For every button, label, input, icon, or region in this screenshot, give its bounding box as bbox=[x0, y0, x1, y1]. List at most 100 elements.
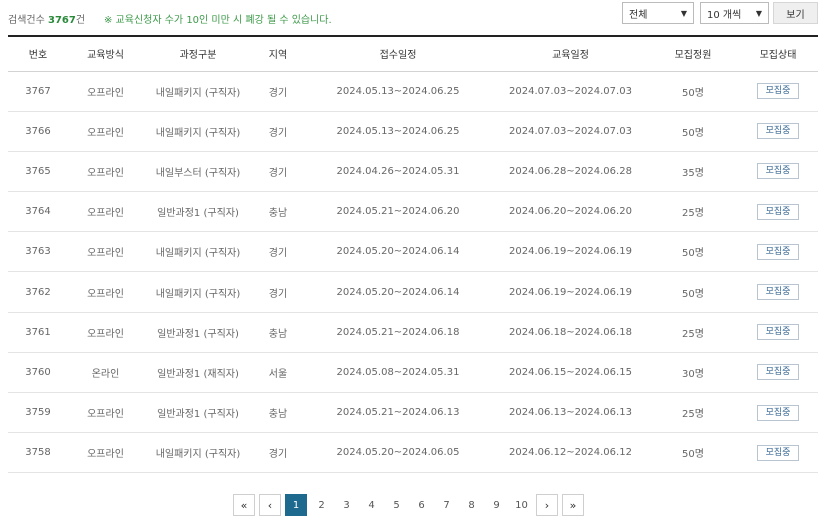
cell-number: 3763 bbox=[8, 231, 68, 273]
table-row[interactable]: 3758 오프라인 내일패키지 (구직자) 경기 2024.05.20~2024.06.… bbox=[8, 432, 818, 474]
table-row[interactable]: 3761 오프라인 일반과정1 (구직자) 충남 2024.05.21~2024.06.… bbox=[8, 312, 818, 353]
region-select[interactable]: 전체 ▼ bbox=[622, 2, 694, 24]
page-number-10[interactable]: 10 bbox=[511, 494, 532, 516]
cell-status: 모집중 bbox=[738, 352, 818, 394]
status-badge[interactable]: 모집중 bbox=[757, 364, 799, 381]
cell-status: 모집중 bbox=[738, 71, 818, 112]
cell-course-type: 일반과정1 (구직자) bbox=[143, 312, 253, 353]
cell-status: 모집중 bbox=[738, 271, 818, 313]
page-number-9[interactable]: 9 bbox=[486, 494, 507, 516]
table-row[interactable]: 3766 오프라인 내일패키지 (구직자) 경기 2024.05.13~2024.06.… bbox=[8, 111, 818, 152]
search-count: 검색건수 3767건 bbox=[8, 11, 85, 26]
page-number-2[interactable]: 2 bbox=[311, 494, 332, 516]
header-col-apply-period: 접수일정 bbox=[303, 35, 493, 72]
prev-page-button[interactable]: ‹ bbox=[259, 494, 281, 516]
cell-edu-period: 2024.06.18~2024.06.18 bbox=[493, 312, 648, 353]
page-number-6[interactable]: 6 bbox=[411, 494, 432, 516]
cell-course-type: 일반과정1 (구직자) bbox=[143, 191, 253, 233]
search-count-label: 검색건수 bbox=[8, 15, 45, 26]
cell-capacity: 25명 bbox=[648, 392, 738, 434]
page-number-8[interactable]: 8 bbox=[461, 494, 482, 516]
cell-course-type: 내일부스터 (구직자) bbox=[143, 151, 253, 193]
view-button[interactable]: 보기 bbox=[773, 2, 818, 24]
cell-number: 3765 bbox=[8, 151, 68, 193]
cell-edu-period: 2024.07.03~2024.07.03 bbox=[493, 111, 648, 152]
status-badge[interactable]: 모집중 bbox=[757, 284, 799, 301]
status-badge[interactable]: 모집중 bbox=[757, 243, 799, 260]
table-row[interactable]: 3765 오프라인 내일부스터 (구직자) 경기 2024.04.26~2024.05.… bbox=[8, 151, 818, 193]
toolbar: 검색건수 3767건 ※ 교육신청자 수가 10인 미만 시 폐강 될 수 있습… bbox=[0, 0, 827, 34]
cell-capacity: 50명 bbox=[648, 231, 738, 273]
table-row[interactable]: 3767 오프라인 내일패키지 (구직자) 경기 2024.05.13~2024.06.… bbox=[8, 71, 818, 112]
cell-number: 3764 bbox=[8, 191, 68, 233]
status-badge[interactable]: 모집중 bbox=[757, 404, 799, 421]
first-page-button[interactable]: « bbox=[233, 494, 255, 516]
search-count-value: 3767 bbox=[48, 15, 76, 26]
cell-apply-period: 2024.05.20~2024.06.14 bbox=[303, 271, 493, 313]
cell-method: 오프라인 bbox=[68, 191, 143, 233]
cell-number: 3762 bbox=[8, 271, 68, 313]
cell-apply-period: 2024.05.20~2024.06.14 bbox=[303, 231, 493, 273]
cell-edu-period: 2024.06.20~2024.06.20 bbox=[493, 191, 648, 233]
cell-number: 3767 bbox=[8, 71, 68, 112]
chevron-down-icon: ▼ bbox=[755, 8, 762, 18]
cell-number: 3760 bbox=[8, 352, 68, 394]
cell-status: 모집중 bbox=[738, 432, 818, 474]
last-page-button[interactable]: » bbox=[562, 494, 584, 516]
next-page-button[interactable]: › bbox=[536, 494, 558, 516]
page-number-1[interactable]: 1 bbox=[285, 494, 307, 516]
page-number-7[interactable]: 7 bbox=[436, 494, 457, 516]
cell-region: 경기 bbox=[253, 111, 303, 152]
page-number-3[interactable]: 3 bbox=[336, 494, 357, 516]
table-row[interactable]: 3763 오프라인 내일패키지 (구직자) 경기 2024.05.20~2024.06.… bbox=[8, 231, 818, 273]
cell-apply-period: 2024.05.21~2024.06.18 bbox=[303, 312, 493, 353]
cell-region: 경기 bbox=[253, 231, 303, 273]
header-col-region: 지역 bbox=[253, 35, 303, 72]
status-badge[interactable]: 모집중 bbox=[757, 163, 799, 180]
cell-method: 오프라인 bbox=[68, 111, 143, 152]
cell-capacity: 50명 bbox=[648, 111, 738, 152]
cell-apply-period: 2024.04.26~2024.05.31 bbox=[303, 151, 493, 193]
table-row[interactable]: 3759 오프라인 일반과정1 (구직자) 충남 2024.05.21~2024.06.… bbox=[8, 392, 818, 434]
table-row[interactable]: 3764 오프라인 일반과정1 (구직자) 충남 2024.05.21~2024.06.… bbox=[8, 191, 818, 233]
cell-status: 모집중 bbox=[738, 151, 818, 193]
cell-region: 경기 bbox=[253, 71, 303, 112]
cell-course-type: 내일패키지 (구직자) bbox=[143, 71, 253, 112]
cell-status: 모집중 bbox=[738, 231, 818, 273]
cell-edu-period: 2024.06.19~2024.06.19 bbox=[493, 271, 648, 313]
cell-region: 서울 bbox=[253, 352, 303, 394]
cell-capacity: 50명 bbox=[648, 432, 738, 474]
status-badge[interactable]: 모집중 bbox=[757, 83, 799, 100]
page-size-select[interactable]: 10 개씩 ▼ bbox=[700, 2, 769, 24]
status-badge[interactable]: 모집중 bbox=[757, 123, 799, 140]
cell-edu-period: 2024.06.19~2024.06.19 bbox=[493, 231, 648, 273]
cell-edu-period: 2024.06.12~2024.06.12 bbox=[493, 432, 648, 474]
cell-course-type: 내일패키지 (구직자) bbox=[143, 111, 253, 152]
page-number-4[interactable]: 4 bbox=[361, 494, 382, 516]
cell-number: 3758 bbox=[8, 432, 68, 474]
region-select-value: 전체 bbox=[629, 9, 648, 21]
cell-method: 오프라인 bbox=[68, 231, 143, 273]
cell-status: 모집중 bbox=[738, 191, 818, 233]
cell-method: 오프라인 bbox=[68, 432, 143, 474]
cell-method: 오프라인 bbox=[68, 151, 143, 193]
cell-region: 충남 bbox=[253, 312, 303, 353]
cell-apply-period: 2024.05.21~2024.06.13 bbox=[303, 392, 493, 434]
cell-capacity: 30명 bbox=[648, 352, 738, 394]
cell-capacity: 25명 bbox=[648, 312, 738, 353]
cell-edu-period: 2024.07.03~2024.07.03 bbox=[493, 71, 648, 112]
search-count-unit: 건 bbox=[75, 15, 86, 26]
table-row[interactable]: 3760 온라인 일반과정1 (재직자) 서울 2024.05.08~2024.05.3… bbox=[8, 352, 818, 394]
status-badge[interactable]: 모집중 bbox=[757, 203, 799, 220]
cell-edu-period: 2024.06.13~2024.06.13 bbox=[493, 392, 648, 434]
table-row[interactable]: 3762 오프라인 내일패키지 (구직자) 경기 2024.05.20~2024.06.… bbox=[8, 271, 818, 313]
cell-method: 오프라인 bbox=[68, 271, 143, 313]
cell-region: 경기 bbox=[253, 271, 303, 313]
status-badge[interactable]: 모집중 bbox=[757, 444, 799, 461]
cell-capacity: 25명 bbox=[648, 191, 738, 233]
page-number-5[interactable]: 5 bbox=[386, 494, 407, 516]
cell-status: 모집중 bbox=[738, 392, 818, 434]
status-badge[interactable]: 모집중 bbox=[757, 324, 799, 341]
table-header-row: 번호 교육방식 과정구분 지역 접수일정 교육일정 모집정원 모집상태 bbox=[8, 35, 818, 72]
header-col-number: 번호 bbox=[8, 35, 68, 72]
